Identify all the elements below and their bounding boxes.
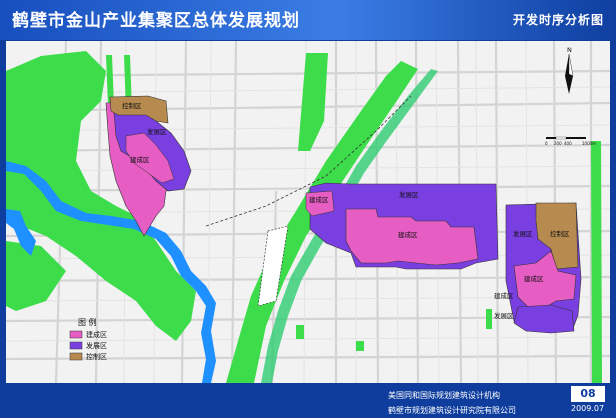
green-lot <box>296 325 304 339</box>
center-built-label: 建成区 <box>398 230 418 239</box>
footer-bar <box>0 384 616 418</box>
east-green-strip <box>591 141 602 383</box>
page-number: 08 <box>571 386 605 402</box>
date: 2009.07 <box>571 404 605 413</box>
west-built-label: 建成区 <box>130 155 150 164</box>
header-bar: 鹤壁市金山产业集聚区总体发展规划 开发时序分析图 <box>0 0 616 40</box>
page-subtitle: 开发时序分析图 <box>512 13 604 27</box>
compass-north-label: N <box>567 46 572 54</box>
legend-label-control: 控制区 <box>86 352 107 361</box>
east-built-label-2: 建成区 <box>494 291 514 300</box>
west-control-label: 控制区 <box>122 101 142 110</box>
center-develop-label: 发展区 <box>399 190 419 199</box>
planning-map: 控制区 发展区 建成区 建成区 发展区 建成区 发展区 控制区 建成区 建成区 … <box>6 41 610 383</box>
page-title: 鹤壁市金山产业集聚区总体发展规划 <box>12 11 300 31</box>
scale-tick: 400 <box>564 141 572 146</box>
east-develop-label: 发展区 <box>513 229 533 238</box>
east-built-label: 建成区 <box>524 274 544 283</box>
center-built-small-label: 建成区 <box>309 195 329 204</box>
page: 鹤壁市金山产业集聚区总体发展规划 开发时序分析图 控制区 发展区 建成区 建成区… <box>0 0 616 418</box>
legend-label-develop: 发展区 <box>86 341 107 350</box>
scale-tick: 200 <box>554 141 562 146</box>
scale-tick: 1000m <box>582 141 596 146</box>
east-control-label: 控制区 <box>550 229 570 238</box>
legend-swatch-built <box>69 330 83 339</box>
institution-1: 美国同和国际规划建筑设计机构 <box>388 391 500 400</box>
green-lot <box>356 341 364 351</box>
legend-title: 图 例 <box>78 317 97 327</box>
legend-label-built: 建成区 <box>86 330 107 339</box>
east-develop-label-2: 发展区 <box>494 311 514 320</box>
green-lot <box>486 309 492 329</box>
institution-2: 鹤壁市规划建筑设计研究院有限公司 <box>388 406 516 415</box>
legend-swatch-develop <box>69 341 83 350</box>
legend-swatch-control <box>69 352 83 361</box>
west-develop-label: 发展区 <box>147 127 167 136</box>
east-develop-south <box>513 304 575 334</box>
